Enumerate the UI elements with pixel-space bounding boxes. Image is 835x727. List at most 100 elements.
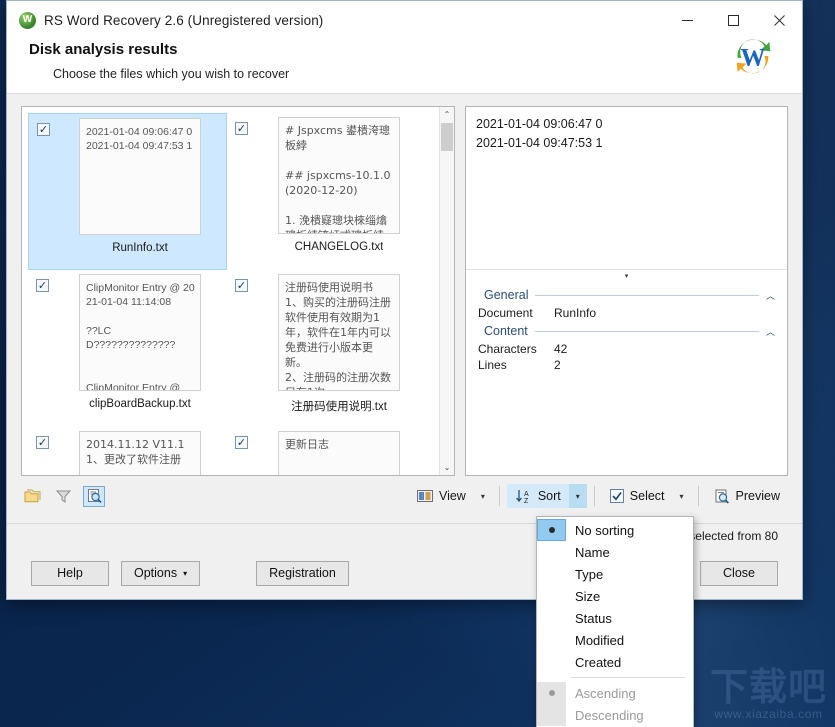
file-tile[interactable]: ClipMonitor Entry @ 2021-01-04 11:14:08 … <box>28 270 227 427</box>
close-dialog-button[interactable]: Close <box>700 560 778 586</box>
file-tile[interactable]: 2014.11.12 V11.1 1、更改了软件注册 <box>28 427 227 475</box>
radio-indicator <box>537 519 566 541</box>
file-list-scrollbar[interactable]: ⌃ ⌄ <box>439 107 454 475</box>
file-tile-body: 2021-01-04 09:06:47 0 2021-01-04 09:47:5… <box>56 118 224 269</box>
file-tile-body: 更新日志 <box>254 431 424 475</box>
scroll-down-arrow-icon[interactable]: ⌄ <box>440 460 455 475</box>
sort-label: Sort <box>537 489 561 503</box>
find-button[interactable] <box>83 485 105 507</box>
menu-item-label: Descending <box>575 707 644 723</box>
file-tile[interactable]: 更新日志 <box>227 427 426 475</box>
chevron-up-icon[interactable]: ︿ <box>766 289 775 302</box>
registration-button[interactable]: Registration <box>256 560 349 586</box>
minimize-button[interactable] <box>664 1 710 39</box>
scroll-up-arrow-icon[interactable]: ⌃ <box>440 107 455 122</box>
radio-indicator <box>537 682 566 704</box>
toolbar-right-buttons: View ▾ A Z Sort ▾ Select ▾ Preview <box>409 484 788 508</box>
menu-item-created[interactable]: Created <box>537 651 693 673</box>
chevron-up-icon[interactable]: ︿ <box>766 325 775 338</box>
file-tile[interactable]: 2021-01-04 09:06:47 0 2021-01-04 09:47:5… <box>28 113 227 270</box>
application-window: W RS Word Recovery 2.6 (Unregistered ver… <box>6 0 803 600</box>
file-list[interactable]: 2021-01-04 09:06:47 0 2021-01-04 09:47:5… <box>21 106 455 476</box>
property-group-title: Content <box>484 324 528 338</box>
view-button[interactable]: View <box>409 484 474 508</box>
file-checkbox[interactable] <box>235 122 248 135</box>
site-watermark: 下载吧 www.xiazaiba.com <box>710 668 827 721</box>
file-tile[interactable]: 注册码使用说明书 1、购买的注册码注册软件使用有效期为1年，软件在1年内可以免费… <box>227 270 426 427</box>
menu-divider <box>571 677 685 678</box>
file-checkbox[interactable] <box>235 279 248 292</box>
menu-item-modified[interactable]: Modified <box>537 629 693 651</box>
property-value: 2 <box>554 358 561 372</box>
sort-dropdown-menu[interactable]: No sorting Name Type Size Status Modifie… <box>536 516 694 727</box>
help-label: Help <box>57 566 83 580</box>
app-icon: W <box>19 11 36 29</box>
file-name: 注册码使用说明.txt <box>291 401 387 413</box>
divider <box>535 294 759 296</box>
options-button[interactable]: Options ▾ <box>121 560 201 586</box>
property-value: 42 <box>554 342 568 356</box>
file-checkbox[interactable] <box>36 279 49 292</box>
property-row: Document RunInfo <box>478 306 775 320</box>
bullet-icon <box>548 690 555 696</box>
menu-item-ascending: Ascending <box>537 682 693 704</box>
select-dropdown-caret[interactable]: ▾ <box>673 484 691 508</box>
menu-item-label: Status <box>575 610 612 626</box>
help-button[interactable]: Help <box>31 560 109 586</box>
svg-text:Z: Z <box>524 498 529 504</box>
property-key: Lines <box>478 358 507 372</box>
page-title: Disk analysis results <box>29 41 178 58</box>
select-label: Select <box>629 489 665 503</box>
property-value: RunInfo <box>554 306 597 320</box>
filter-button[interactable] <box>52 486 74 507</box>
radio-indicator <box>537 704 566 726</box>
panels: 2021-01-04 09:06:47 0 2021-01-04 09:47:5… <box>21 106 788 476</box>
file-checkbox[interactable] <box>36 436 49 449</box>
property-row: Characters 42 <box>478 342 775 356</box>
property-row: Lines 2 <box>478 358 775 372</box>
preview-button[interactable]: Preview <box>706 484 788 508</box>
menu-item-label: Created <box>575 654 622 670</box>
file-tile-body: # Jspxcms 鍙樻洿璁板綍 ## jspxcms-10.1.0 (2020… <box>254 117 424 270</box>
menu-item-descending: Descending <box>537 704 693 726</box>
menu-item-label: No sorting <box>575 522 635 538</box>
preview-content: 2021-01-04 09:06:47 0 2021-01-04 09:47:5… <box>476 117 603 151</box>
property-group-header[interactable]: Content ︿ <box>484 324 775 338</box>
menu-item-no-sorting[interactable]: No sorting <box>537 519 693 541</box>
properties-list: General ︿ Document RunInfo Content ︿ Cha… <box>466 282 787 475</box>
maximize-icon <box>727 14 739 26</box>
sort-button[interactable]: A Z Sort <box>506 484 569 508</box>
options-label: Options <box>134 566 178 580</box>
menu-item-label: Modified <box>575 632 625 648</box>
properties-collapse-handle[interactable]: ▾ <box>466 269 787 282</box>
filter-funnel-icon <box>55 490 71 503</box>
close-icon <box>773 14 785 26</box>
property-group-header[interactable]: General ︿ <box>484 288 775 302</box>
toolbar-left-icons <box>21 485 105 507</box>
scrollbar-thumb[interactable] <box>441 123 453 151</box>
menu-item-type[interactable]: Type <box>537 563 693 585</box>
file-tile-body: ClipMonitor Entry @ 2021-01-04 11:14:08 … <box>55 274 225 427</box>
file-checkbox[interactable] <box>37 123 50 136</box>
property-group-title: General <box>484 288 529 302</box>
menu-item-name[interactable]: Name <box>537 541 693 563</box>
file-checkbox[interactable] <box>235 436 248 449</box>
select-button[interactable]: Select <box>602 484 673 508</box>
watermark-text: 下载吧 <box>709 665 827 709</box>
preview-panel: 2021-01-04 09:06:47 0 2021-01-04 09:47:5… <box>465 106 788 476</box>
file-name: clipBoardBackup.txt <box>89 398 191 410</box>
sort-dropdown-caret[interactable]: ▾ <box>568 484 587 508</box>
menu-item-status[interactable]: Status <box>537 607 693 629</box>
list-toolbar: View ▾ A Z Sort ▾ Select ▾ Preview <box>21 482 788 510</box>
registration-label: Registration <box>269 566 336 580</box>
view-label: View <box>438 489 466 503</box>
checkbox-icon <box>609 489 624 503</box>
file-tile[interactable]: # Jspxcms 鍙樻洿璁板綍 ## jspxcms-10.1.0 (2020… <box>227 113 426 270</box>
folder-stack-button[interactable] <box>21 486 43 507</box>
menu-item-size[interactable]: Size <box>537 585 693 607</box>
folder-stack-icon <box>24 489 41 503</box>
view-dropdown-caret[interactable]: ▾ <box>474 484 492 508</box>
divider <box>498 486 500 506</box>
chevron-down-icon: ▾ <box>183 568 188 578</box>
page-header: Disk analysis results Choose the files w… <box>7 39 802 94</box>
